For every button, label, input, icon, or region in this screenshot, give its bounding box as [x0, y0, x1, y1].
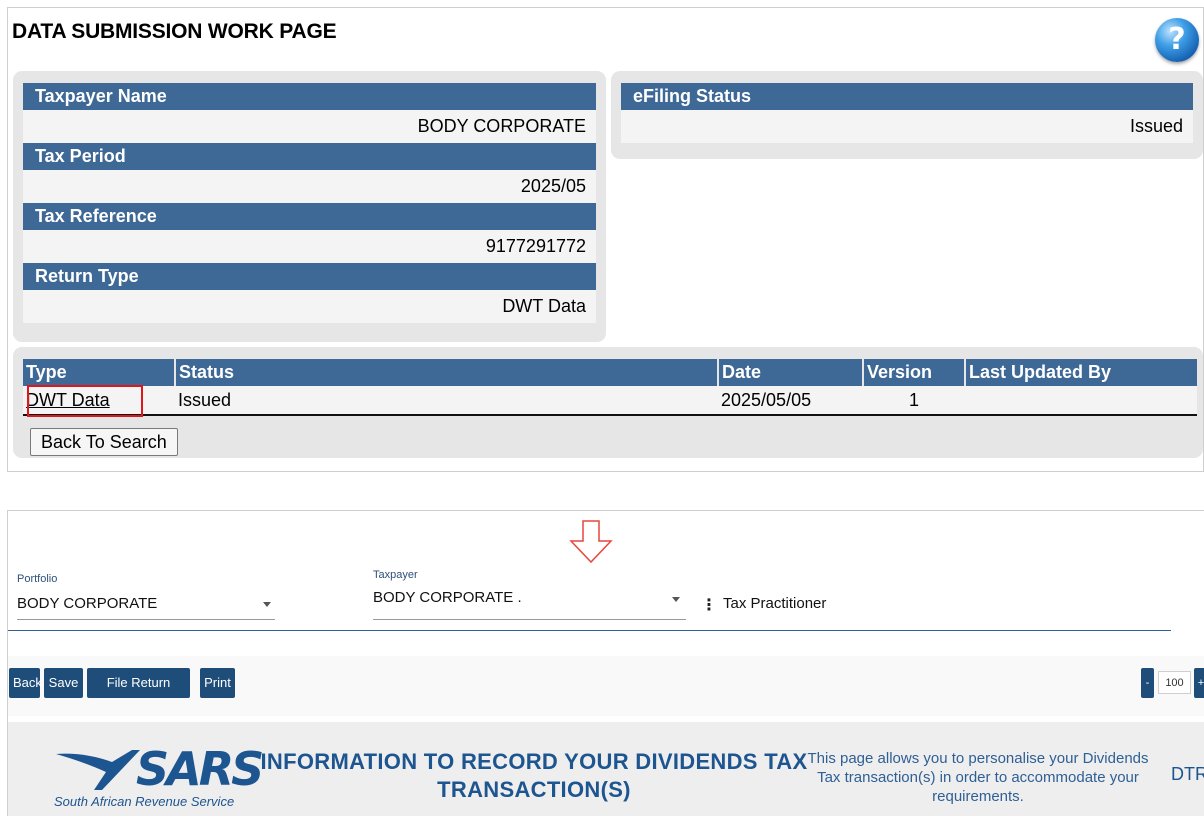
taxpayer-label: Taxpayer: [373, 569, 418, 581]
banner-title: INFORMATION TO RECORD YOUR DIVIDENDS TAX…: [260, 749, 808, 802]
col-status-header: Status: [175, 359, 719, 386]
tax-reference-label: Tax Reference: [23, 203, 596, 230]
help-icon[interactable]: ?: [1155, 18, 1199, 62]
taxpayer-name-value: BODY CORPORATE: [23, 110, 596, 143]
tax-reference-value: 9177291772: [23, 230, 596, 263]
back-to-search-button[interactable]: Back To Search: [30, 428, 178, 456]
taxpayer-info-box: Taxpayer Name BODY CORPORATE Tax Period …: [13, 71, 606, 342]
taxpayer-name-label: Taxpayer Name: [23, 83, 596, 110]
zoom-out-button[interactable]: -: [1141, 668, 1154, 698]
page-title: DATA SUBMISSION WORK PAGE: [12, 20, 337, 43]
sars-logo-subtitle: South African Revenue Service: [54, 794, 235, 809]
file-return-button[interactable]: File Return: [87, 668, 190, 698]
col-version-header: Version: [863, 359, 966, 386]
page-banner: SARS South African Revenue Service INFOR…: [8, 722, 1204, 816]
return-type-value: DWT Data: [23, 290, 596, 323]
header-divider: [8, 630, 1171, 631]
tax-period-label: Tax Period: [23, 143, 596, 170]
down-arrow-icon: [569, 520, 613, 564]
table-header-row: Type Status Date Version Last Updated By: [23, 359, 1197, 386]
sars-logo-word: SARS: [136, 742, 264, 796]
row-status: Issued: [175, 386, 718, 416]
efiling-status-label: eFiling Status: [621, 83, 1193, 110]
portfolio-label: Portfolio: [17, 573, 58, 585]
portfolio-chevron-down-icon[interactable]: [263, 602, 271, 607]
return-type-label: Return Type: [23, 263, 596, 290]
row-last-updated-by: [965, 386, 1197, 416]
sars-logo: SARS South African Revenue Service: [54, 746, 264, 809]
efiling-status-box: eFiling Status Issued: [611, 71, 1203, 159]
portfolio-underline: [17, 619, 275, 620]
zoom-level: 100: [1158, 671, 1191, 694]
col-last-updated-header: Last Updated By: [965, 359, 1197, 386]
banner-description: This page allows you to personalise your…: [807, 750, 1149, 805]
dividends-tax-panel: Portfolio BODY CORPORATE Taxpayer BODY C…: [7, 510, 1204, 816]
portfolio-select[interactable]: BODY CORPORATE: [17, 595, 157, 612]
efiling-status-value: Issued: [621, 110, 1193, 143]
data-submission-panel: DATA SUBMISSION WORK PAGE ? Taxpayer Nam…: [7, 7, 1204, 472]
table-row: DWT Data Issued 2025/05/05 1: [23, 386, 1197, 416]
sars-swoosh-icon: [56, 750, 140, 790]
role-label: Tax Practitioner: [723, 595, 827, 612]
highlight-annotation: [27, 385, 143, 417]
print-button[interactable]: Print: [200, 668, 235, 698]
col-date-header: Date: [718, 359, 864, 386]
taxpayer-underline: [373, 619, 686, 620]
zoom-in-button[interactable]: +: [1194, 668, 1204, 698]
back-button[interactable]: Back: [9, 668, 42, 698]
more-options-icon[interactable]: ⋮: [701, 595, 717, 615]
col-type-header: Type: [23, 359, 176, 386]
return-table: Type Status Date Version Last Updated By…: [23, 359, 1197, 416]
row-version: 1: [863, 386, 965, 416]
taxpayer-select[interactable]: BODY CORPORATE .: [373, 589, 522, 606]
tax-period-value: 2025/05: [23, 170, 596, 203]
help-icon-glyph: ?: [1168, 22, 1186, 57]
row-date: 2025/05/05: [718, 386, 863, 416]
taxpayer-chevron-down-icon[interactable]: [672, 597, 680, 602]
save-button[interactable]: Save: [44, 668, 83, 698]
return-grid-box: Type Status Date Version Last Updated By…: [13, 347, 1203, 458]
form-code: DTR0: [1171, 764, 1204, 784]
